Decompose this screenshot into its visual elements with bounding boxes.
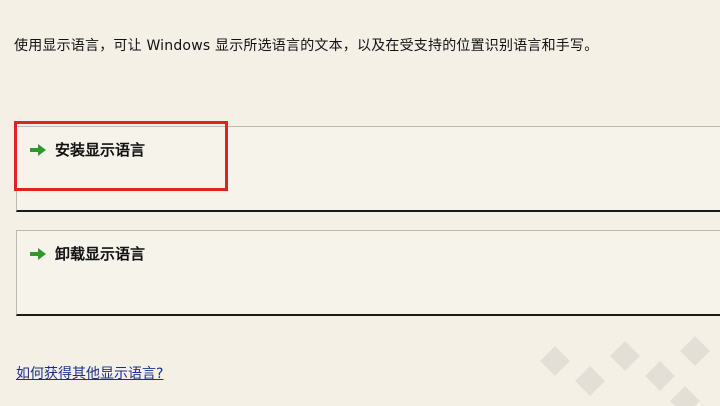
watermark-pattern bbox=[540, 336, 710, 406]
install-display-language-option[interactable]: 安装显示语言 bbox=[16, 126, 720, 212]
green-arrow-icon bbox=[30, 143, 46, 156]
uninstall-option-title[interactable]: 卸载显示语言 bbox=[29, 243, 145, 264]
uninstall-option-label: 卸载显示语言 bbox=[55, 245, 146, 263]
install-option-label: 安装显示语言 bbox=[55, 141, 146, 159]
help-link-other-languages[interactable]: 如何获得其他显示语言? bbox=[16, 363, 163, 383]
install-option-title[interactable]: 安装显示语言 bbox=[29, 139, 145, 160]
uninstall-display-language-option[interactable]: 卸载显示语言 bbox=[16, 230, 720, 316]
description-text: 使用显示语言，可让 Windows 显示所选语言的文本，以及在受支持的位置识别语… bbox=[14, 38, 599, 54]
green-arrow-icon bbox=[30, 247, 46, 260]
